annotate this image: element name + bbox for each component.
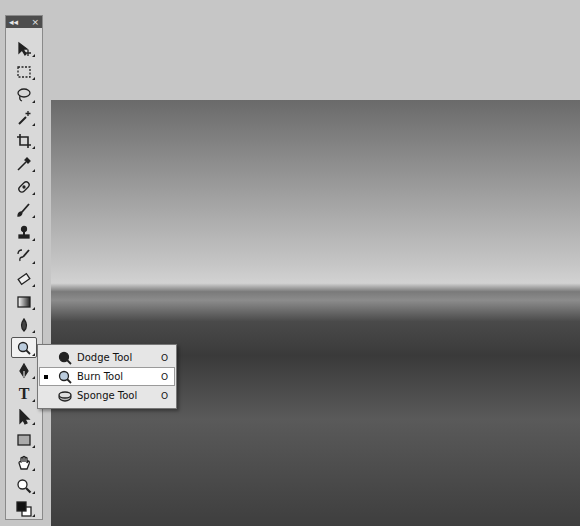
- wand-icon: [16, 110, 32, 126]
- crop-tool[interactable]: [11, 130, 37, 151]
- burn-icon: [16, 340, 32, 356]
- photoshop-screen: ◂◂ × T Dodge Tool O Burn Tool O Sponge Tool O: [0, 0, 580, 526]
- flyout-label: Burn Tool: [77, 371, 157, 382]
- pen-icon: [16, 363, 32, 379]
- crop-icon: [16, 133, 32, 149]
- shortcut-key: O: [161, 372, 168, 382]
- landscape-photo: [51, 100, 580, 526]
- tool-list: T: [11, 28, 37, 519]
- hand-icon: [16, 455, 32, 471]
- shape-tool[interactable]: [11, 429, 37, 450]
- brush-tool[interactable]: [11, 199, 37, 220]
- sponge-icon: [57, 388, 73, 404]
- selected-marker: [44, 394, 48, 398]
- path-select-tool[interactable]: [11, 406, 37, 427]
- marquee-tool[interactable]: [11, 61, 37, 82]
- gradient-icon: [16, 294, 32, 310]
- eraser-icon: [16, 271, 32, 287]
- move-tool[interactable]: [11, 38, 37, 59]
- selected-marker: [44, 356, 48, 360]
- colors-icon: [16, 501, 32, 517]
- marquee-icon: [16, 64, 32, 80]
- history-icon: [16, 248, 32, 264]
- shape-icon: [16, 432, 32, 448]
- canvas-area: [51, 0, 580, 526]
- tools-panel: ◂◂ × T: [5, 15, 43, 520]
- shortcut-key: O: [161, 353, 168, 363]
- path-select-icon: [16, 409, 32, 425]
- collapse-button[interactable]: ◂◂: [9, 16, 18, 28]
- eraser-tool[interactable]: [11, 268, 37, 289]
- history-tool[interactable]: [11, 245, 37, 266]
- type-tool[interactable]: T: [11, 383, 37, 404]
- hand-tool[interactable]: [11, 452, 37, 473]
- eyedropper-tool[interactable]: [11, 153, 37, 174]
- colors-tool[interactable]: [11, 498, 37, 519]
- flyout-item[interactable]: Burn Tool O: [39, 367, 175, 386]
- healing-icon: [16, 179, 32, 195]
- eyedropper-icon: [16, 156, 32, 172]
- burn-tool[interactable]: [11, 337, 37, 358]
- tool-flyout-menu: Dodge Tool O Burn Tool O Sponge Tool O: [37, 344, 177, 409]
- type-icon: T: [19, 386, 30, 402]
- dodge-icon: [57, 350, 73, 366]
- zoom-tool[interactable]: [11, 475, 37, 496]
- burn-icon: [57, 369, 73, 385]
- panel-header[interactable]: ◂◂ ×: [6, 16, 42, 28]
- close-button[interactable]: ×: [31, 16, 39, 28]
- lasso-tool[interactable]: [11, 84, 37, 105]
- shortcut-key: O: [161, 391, 168, 401]
- zoom-icon: [16, 478, 32, 494]
- flyout-label: Dodge Tool: [77, 352, 157, 363]
- move-icon: [16, 41, 32, 57]
- healing-tool[interactable]: [11, 176, 37, 197]
- selected-marker: [44, 375, 48, 379]
- pen-tool[interactable]: [11, 360, 37, 381]
- flyout-item[interactable]: Dodge Tool O: [39, 348, 175, 367]
- lasso-icon: [16, 87, 32, 103]
- flyout-label: Sponge Tool: [77, 390, 157, 401]
- blur-icon: [16, 317, 32, 333]
- gradient-tool[interactable]: [11, 291, 37, 312]
- stamp-icon: [16, 225, 32, 241]
- blur-tool[interactable]: [11, 314, 37, 335]
- stamp-tool[interactable]: [11, 222, 37, 243]
- brush-icon: [16, 202, 32, 218]
- flyout-item[interactable]: Sponge Tool O: [39, 386, 175, 405]
- wand-tool[interactable]: [11, 107, 37, 128]
